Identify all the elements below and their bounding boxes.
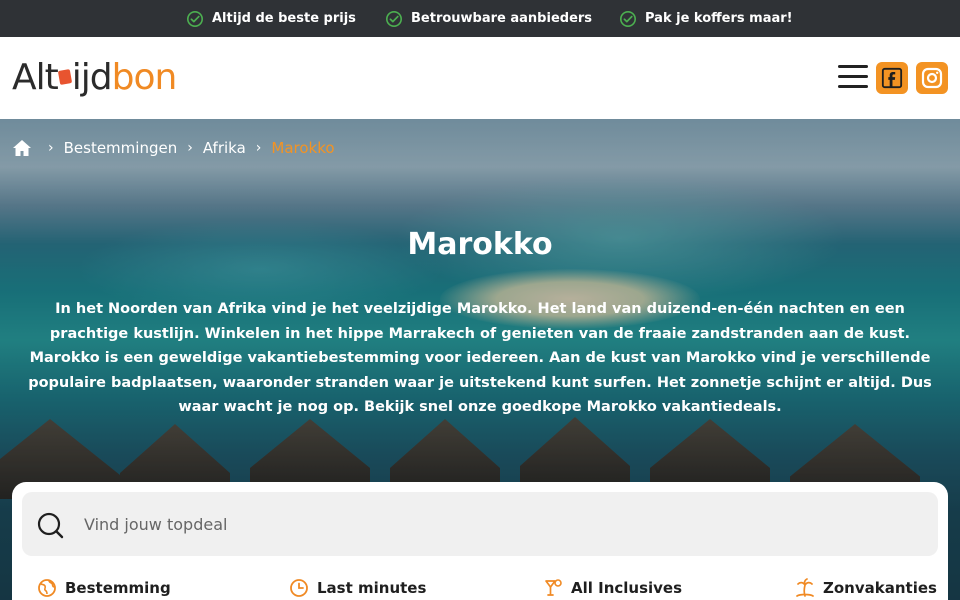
usp-label: Altijd de beste prijs — [212, 11, 356, 26]
breadcrumb-separator: › — [48, 140, 54, 156]
globe-icon — [38, 579, 56, 597]
cocktail-icon — [545, 579, 562, 596]
category-label: Zonvakanties — [823, 579, 937, 597]
usp-bar: Altijd de beste prijs Betrouwbare aanbie… — [0, 0, 960, 37]
breadcrumb-separator: › — [255, 140, 262, 156]
category-label: Bestemming — [65, 579, 171, 597]
usp-label: Pak je koffers maar! — [645, 11, 793, 26]
breadcrumb-separator: › — [187, 140, 193, 156]
search-card: Bestemming Last minutes All Inclusives Z… — [12, 482, 948, 600]
category-bestemming[interactable]: Bestemming — [37, 578, 171, 598]
usp-item: Altijd de beste prijs — [186, 0, 356, 37]
site-header: Alt ijd bon — [0, 37, 960, 119]
category-all-inclusives[interactable]: All Inclusives — [543, 578, 682, 598]
check-circle-icon — [619, 10, 637, 27]
breadcrumb-current: Marokko — [271, 139, 335, 157]
breadcrumb-link[interactable]: Afrika — [203, 139, 246, 157]
breadcrumb-link[interactable]: Bestemmingen — [64, 139, 178, 157]
breadcrumb: › Bestemmingen › Afrika › Marokko — [12, 139, 335, 157]
category-zonvakanties[interactable]: Zonvakanties — [795, 578, 937, 598]
clock-icon — [290, 579, 308, 597]
usp-label: Betrouwbare aanbieders — [411, 11, 593, 26]
hamburger-menu-icon[interactable] — [838, 65, 868, 89]
logo-text-part: ijd — [71, 56, 113, 98]
category-label: All Inclusives — [571, 579, 683, 597]
facebook-icon[interactable] — [876, 62, 908, 94]
usp-item: Pak je koffers maar! — [619, 0, 793, 37]
instagram-icon[interactable] — [916, 62, 948, 94]
hero-description: In het Noorden van Afrika vind je het ve… — [28, 301, 932, 415]
logo-text-part: Alt — [12, 56, 59, 98]
logo-tag-icon — [57, 69, 72, 85]
check-circle-icon — [186, 10, 204, 27]
category-label: Last minutes — [317, 579, 427, 597]
category-last-minutes[interactable]: Last minutes — [289, 578, 426, 598]
search-icon — [37, 512, 64, 539]
search-bar[interactable] — [22, 492, 938, 556]
check-circle-icon — [385, 10, 403, 27]
logo-text-part: bon — [111, 56, 178, 98]
site-logo[interactable]: Alt ijd bon — [12, 56, 178, 98]
search-input[interactable] — [84, 506, 904, 542]
usp-item: Betrouwbare aanbieders — [385, 0, 592, 37]
page-title: Marokko — [407, 227, 553, 262]
home-icon[interactable] — [12, 139, 32, 157]
palm-tree-icon — [796, 578, 814, 597]
